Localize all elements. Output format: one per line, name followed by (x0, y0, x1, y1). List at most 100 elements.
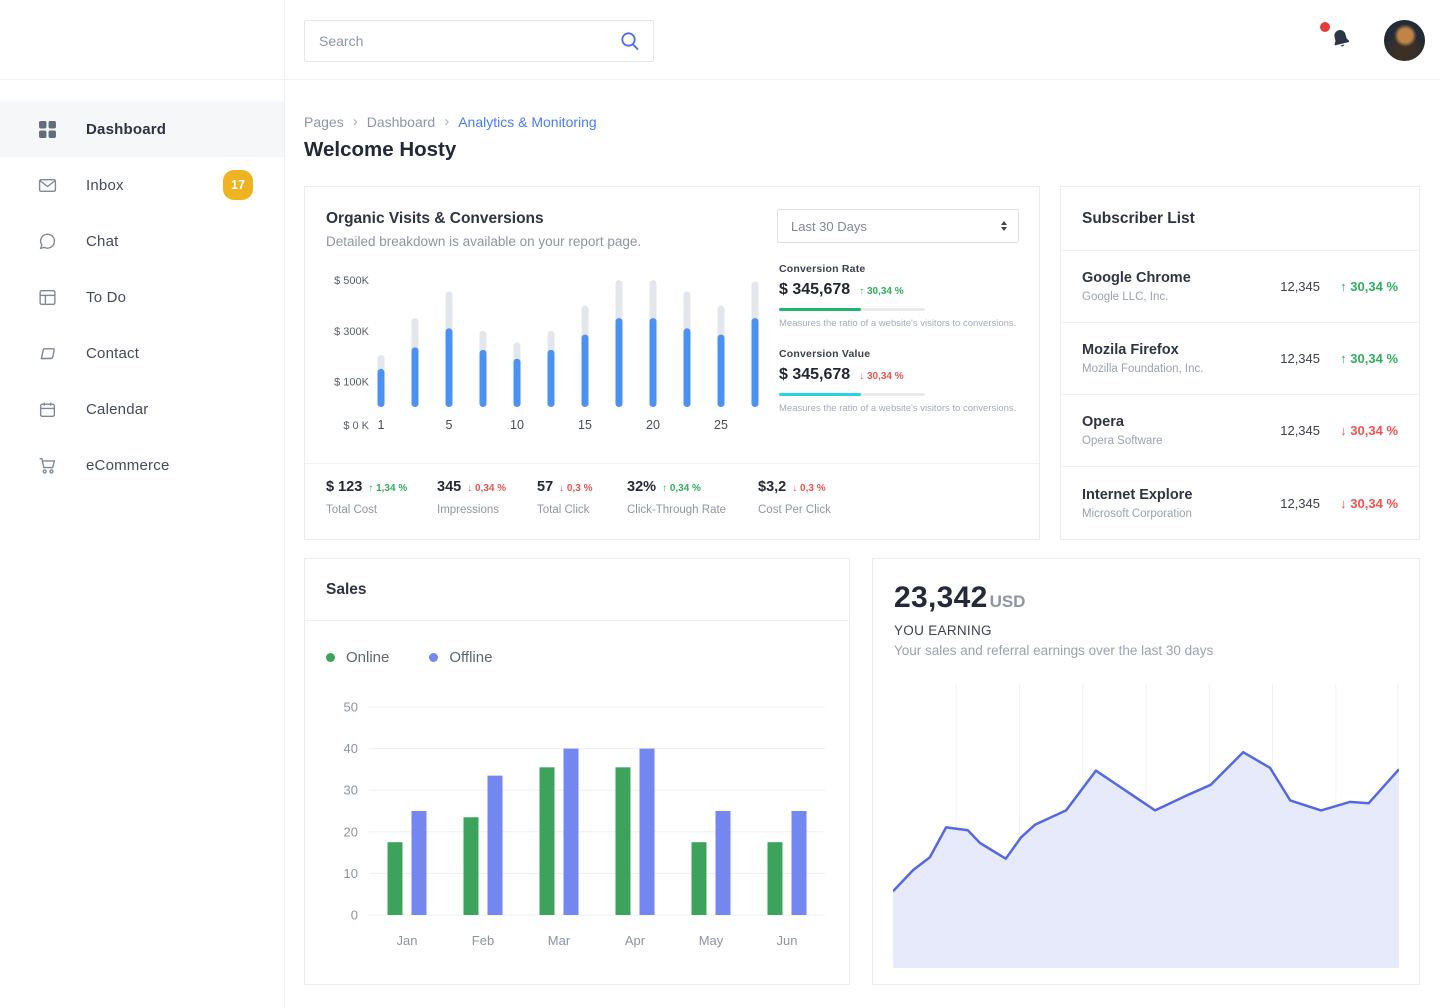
cart-icon (38, 456, 57, 475)
contact-book-icon (38, 344, 57, 363)
sales-legend: Online Offline (326, 649, 492, 666)
sidebar-item-chat[interactable]: Chat (0, 213, 284, 269)
breadcrumb-analytics[interactable]: Analytics & Monitoring (458, 114, 597, 130)
conversion-value-metric: Conversion Value $ 345,678 30,34 % Measu… (779, 348, 1021, 414)
subscriber-delta: 30,34 % (1320, 279, 1398, 294)
subscriber-delta: 30,34 % (1320, 423, 1398, 438)
svg-text:20: 20 (646, 418, 660, 432)
main-content: Pages › Dashboard › Analytics & Monitori… (285, 80, 1440, 1008)
stat-delta: 0,34 % (662, 483, 701, 494)
svg-text:10: 10 (510, 418, 524, 432)
card-subtitle: Detailed breakdown is available on your … (326, 234, 641, 249)
search-input[interactable] (305, 21, 619, 61)
svg-text:20: 20 (344, 824, 358, 839)
metric-value: $ 345,678 (779, 281, 850, 299)
svg-text:May: May (699, 933, 724, 948)
subscriber-list-header: Subscriber List (1061, 187, 1419, 251)
svg-text:0: 0 (351, 908, 358, 923)
svg-text:15: 15 (578, 418, 592, 432)
sidebar-item-inbox[interactable]: Inbox 17 (0, 157, 284, 213)
sidebar-item-ecommerce[interactable]: eCommerce (0, 437, 284, 493)
stat-delta: 0,34 % (467, 483, 506, 494)
search-icon[interactable] (619, 30, 641, 52)
breadcrumb-separator: › (353, 113, 358, 130)
envelope-icon (38, 176, 57, 195)
kpi-stats-row: $ 123 1,34 % Total Cost 345 0,34 % Impre… (305, 463, 1039, 539)
svg-text:Jan: Jan (397, 933, 418, 948)
svg-text:10: 10 (344, 866, 358, 881)
progress-bar (779, 308, 925, 311)
svg-text:25: 25 (714, 418, 728, 432)
breadcrumb-pages[interactable]: Pages (304, 114, 344, 130)
breadcrumb-dashboard[interactable]: Dashboard (367, 114, 436, 130)
sidebar-item-calendar[interactable]: Calendar (0, 381, 284, 437)
metric-label: Conversion Rate (779, 263, 1021, 275)
conversion-rate-metric: Conversion Rate $ 345,678 30,34 % Measur… (779, 263, 1021, 329)
metric-label: Conversion Value (779, 348, 1021, 360)
legend-item[interactable]: Online (326, 649, 389, 666)
notifications-button[interactable] (1328, 26, 1358, 56)
sidebar: Dashboard Inbox 17 Chat To Do (0, 0, 285, 1008)
subscriber-row-firefox[interactable]: Mozila Firefox Mozilla Foundation, Inc. … (1061, 323, 1419, 395)
sidebar-item-contact[interactable]: Contact (0, 325, 284, 381)
stat-delta: 1,34 % (368, 483, 407, 494)
todo-layout-icon (38, 288, 57, 307)
metric-delta: 30,34 % (859, 371, 903, 382)
sidebar-nav: Dashboard Inbox 17 Chat To Do (0, 101, 284, 493)
svg-text:$ 500K: $ 500K (334, 275, 370, 287)
legend-dot-online (326, 653, 335, 662)
inbox-unread-badge: 17 (223, 170, 253, 200)
stat-click-through-rate: 32% 0,34 % Click-Through Rate (627, 479, 758, 539)
svg-text:5: 5 (446, 418, 453, 432)
earning-card: 23,342 USD YOU EARNING Your sales and re… (872, 558, 1420, 985)
sales-chart: 01020304050JanFebMarAprMayJun (321, 693, 833, 963)
sidebar-item-label: To Do (86, 289, 126, 306)
sidebar-item-label: Inbox (86, 177, 124, 194)
breadcrumb-separator: › (444, 113, 449, 130)
metric-caption: Measures the ratio of a website's visito… (779, 318, 1021, 329)
subscriber-row-chrome[interactable]: Google Chrome Google LLC, Inc. 12,345 30… (1061, 251, 1419, 323)
user-avatar[interactable] (1384, 20, 1425, 61)
svg-text:$ 100K: $ 100K (334, 377, 370, 389)
metric-value: $ 345,678 (779, 366, 850, 384)
breadcrumb: Pages › Dashboard › Analytics & Monitori… (304, 113, 597, 130)
sidebar-item-label: Contact (86, 345, 139, 362)
subscriber-delta: 30,34 % (1320, 351, 1398, 366)
date-range-value: Last 30 Days (791, 219, 867, 234)
subscriber-list-card: Subscriber List Google Chrome Google LLC… (1060, 186, 1420, 540)
svg-text:Mar: Mar (548, 933, 571, 948)
svg-text:Feb: Feb (472, 933, 494, 948)
legend-item[interactable]: Offline (429, 649, 492, 666)
sidebar-item-dashboard[interactable]: Dashboard (0, 101, 284, 157)
logo (0, 0, 284, 80)
conversion-metrics: Conversion Rate $ 345,678 30,34 % Measur… (779, 263, 1021, 433)
organic-visits-card: Organic Visits & Conversions Detailed br… (304, 186, 1040, 540)
stat-impressions: 345 0,34 % Impressions (437, 479, 537, 539)
svg-text:Apr: Apr (625, 933, 646, 948)
stat-cost-per-click: $3,2 0,3 % Cost Per Click (758, 479, 1039, 539)
sidebar-item-label: Chat (86, 233, 119, 250)
sidebar-item-todo[interactable]: To Do (0, 269, 284, 325)
earning-label: YOU EARNING (894, 623, 992, 638)
earning-subtitle: Your sales and referral earnings over th… (894, 643, 1213, 658)
calendar-icon (38, 400, 57, 419)
chat-bubble-icon (38, 232, 57, 251)
stat-total-cost: $ 123 1,34 % Total Cost (326, 479, 437, 539)
svg-text:1: 1 (378, 418, 385, 432)
subscriber-delta: 30,34 % (1320, 496, 1398, 511)
date-range-select[interactable]: Last 30 Days (777, 209, 1019, 243)
svg-text:Jun: Jun (777, 933, 798, 948)
card-title: Subscriber List (1082, 210, 1195, 228)
metric-caption: Measures the ratio of a website's visito… (779, 403, 1021, 414)
organic-visits-chart: $ 500K$ 300K$ 100K$ 0 K1510152025 (315, 269, 767, 437)
select-updown-icon (1001, 221, 1007, 231)
svg-text:40: 40 (344, 741, 358, 756)
subscriber-row-ie[interactable]: Internet Explore Microsoft Corporation 1… (1061, 467, 1419, 539)
sales-header: Sales (305, 559, 849, 621)
svg-text:$ 0 K: $ 0 K (343, 420, 369, 432)
sidebar-item-label: eCommerce (86, 457, 170, 474)
sidebar-item-label: Dashboard (86, 121, 166, 138)
subscriber-row-opera[interactable]: Opera Opera Software 12,345 30,34 % (1061, 395, 1419, 467)
topbar (285, 0, 1440, 80)
svg-text:$ 300K: $ 300K (334, 326, 370, 338)
